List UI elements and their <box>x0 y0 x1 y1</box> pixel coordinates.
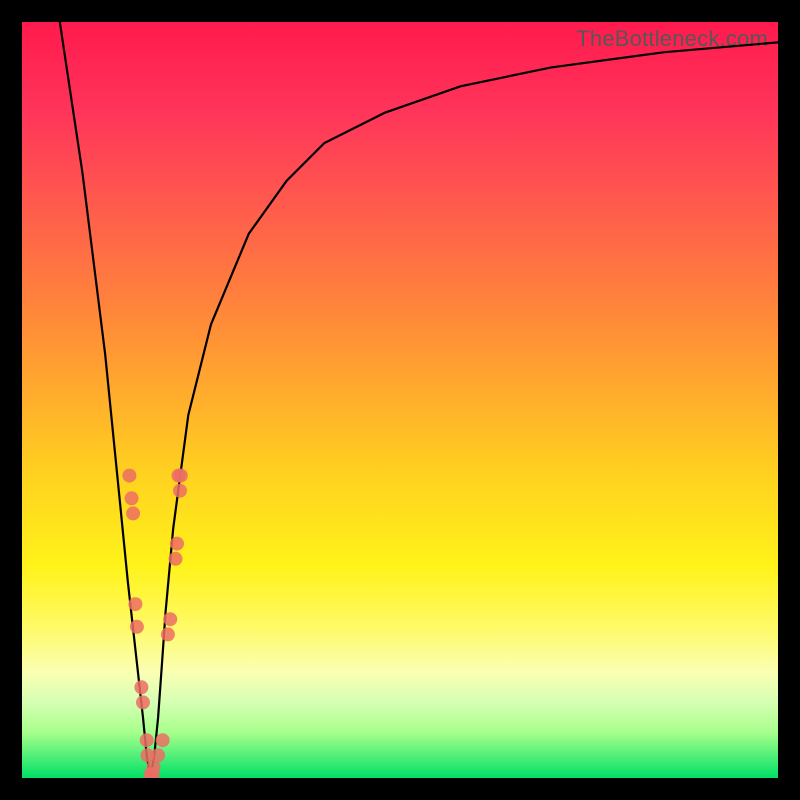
data-point <box>128 597 142 611</box>
marker-group <box>122 469 187 778</box>
data-point <box>134 680 148 694</box>
data-point <box>130 620 144 634</box>
plot-area: TheBottleneck.com <box>22 22 778 778</box>
data-point <box>163 612 177 626</box>
chart-svg <box>22 22 778 778</box>
data-point <box>173 484 187 498</box>
data-point <box>161 627 175 641</box>
data-point <box>140 733 154 747</box>
data-point <box>125 491 139 505</box>
data-point <box>170 537 184 551</box>
data-point <box>169 552 183 566</box>
bottleneck-curve-line <box>60 22 778 778</box>
data-point <box>126 506 140 520</box>
data-point <box>136 695 150 709</box>
chart-frame: TheBottleneck.com <box>0 0 800 800</box>
data-point <box>156 733 170 747</box>
data-point <box>174 469 188 483</box>
data-point <box>122 469 136 483</box>
data-point <box>151 748 165 762</box>
